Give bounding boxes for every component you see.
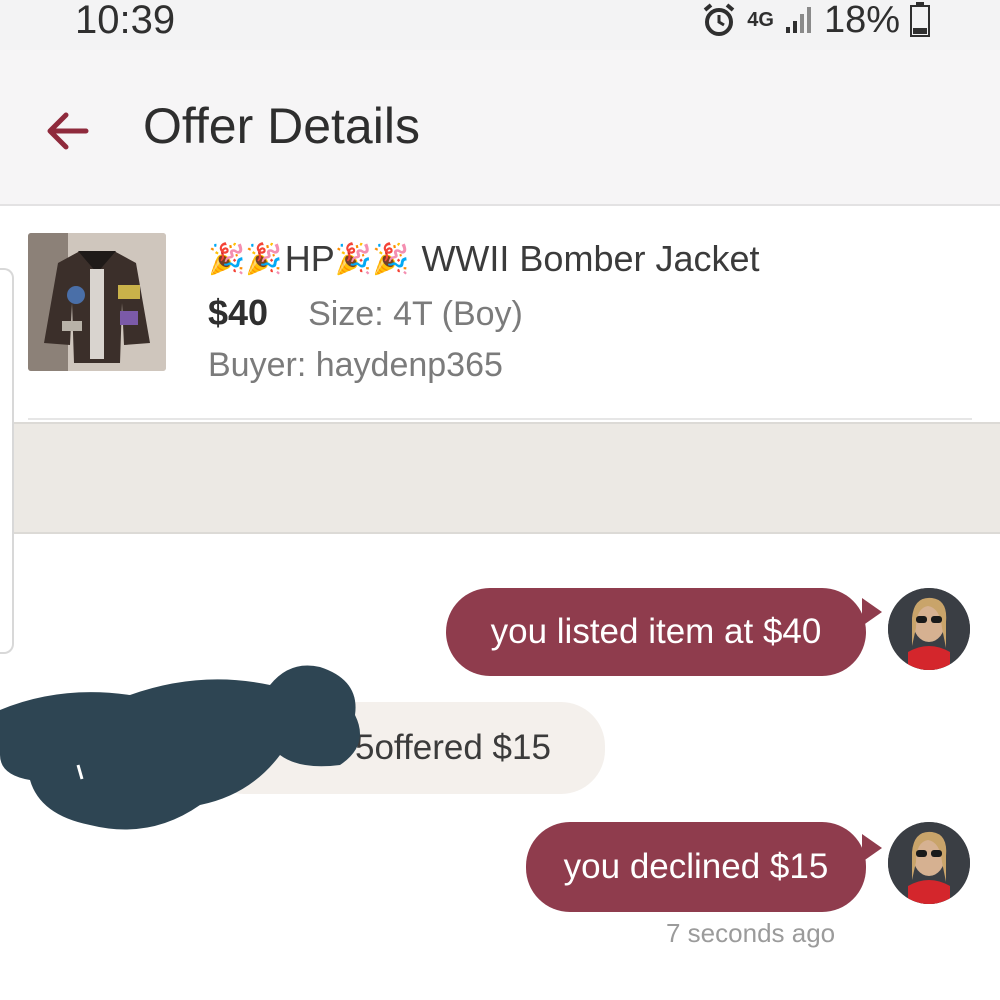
bubble-tail [862, 598, 882, 626]
listing-thumbnail[interactable] [28, 233, 166, 371]
message-bubble-outgoing: you listed item at $40 [446, 588, 866, 676]
message-bubble-outgoing: you declined $15 [526, 822, 866, 912]
listing-title-text: WWII Bomber Jacket [421, 238, 760, 279]
side-panel-edge[interactable] [0, 268, 14, 654]
message-text: you declined $15 [563, 847, 829, 886]
status-bar: 10:39 4G 18% [0, 0, 1000, 50]
listing-card[interactable]: 🎉🎉 HP 🎉🎉 WWII Bomber Jacket $40 Size: 4T… [0, 206, 1000, 421]
status-icons: 4G 18% [701, 0, 930, 41]
redaction-scribble [0, 665, 360, 830]
price-row: $40 Size: 4T (Boy) [208, 292, 523, 334]
party-popper-icon: 🎉🎉 [334, 242, 410, 276]
avatar[interactable] [888, 822, 970, 904]
party-popper-icon: 🎉🎉 [208, 242, 283, 276]
user-avatar-image [888, 588, 970, 670]
page-title: Offer Details [143, 98, 420, 154]
divider [28, 418, 972, 420]
signal-icon [785, 7, 811, 33]
alarm-icon [703, 3, 735, 36]
listing-price: $40 [208, 292, 269, 333]
message-text: offered $15 [374, 728, 551, 767]
message-text: you listed item at $40 [490, 612, 822, 651]
listing-title[interactable]: 🎉🎉 HP 🎉🎉 WWII Bomber Jacket [208, 238, 760, 280]
avatar[interactable] [888, 588, 970, 670]
bubble-tail [862, 834, 882, 862]
battery-percent: 18% [823, 0, 900, 41]
message-timestamp: 7 seconds ago [666, 918, 836, 948]
arrow-left-icon [47, 112, 89, 150]
user-avatar-image [888, 822, 970, 904]
status-time: 10:39 [75, 0, 176, 42]
network-4g-icon: 4G [747, 9, 774, 31]
listing-buyer[interactable]: Buyer: haydenp365 [208, 346, 503, 385]
back-button[interactable] [38, 102, 96, 160]
info-banner [0, 422, 1000, 534]
listing-title-hp: HP [284, 238, 335, 279]
battery-icon [910, 2, 930, 37]
app-header: Offer Details [0, 50, 1000, 206]
bomber-jacket-image [28, 233, 166, 371]
listing-size: Size: 4T (Boy) [308, 295, 523, 333]
